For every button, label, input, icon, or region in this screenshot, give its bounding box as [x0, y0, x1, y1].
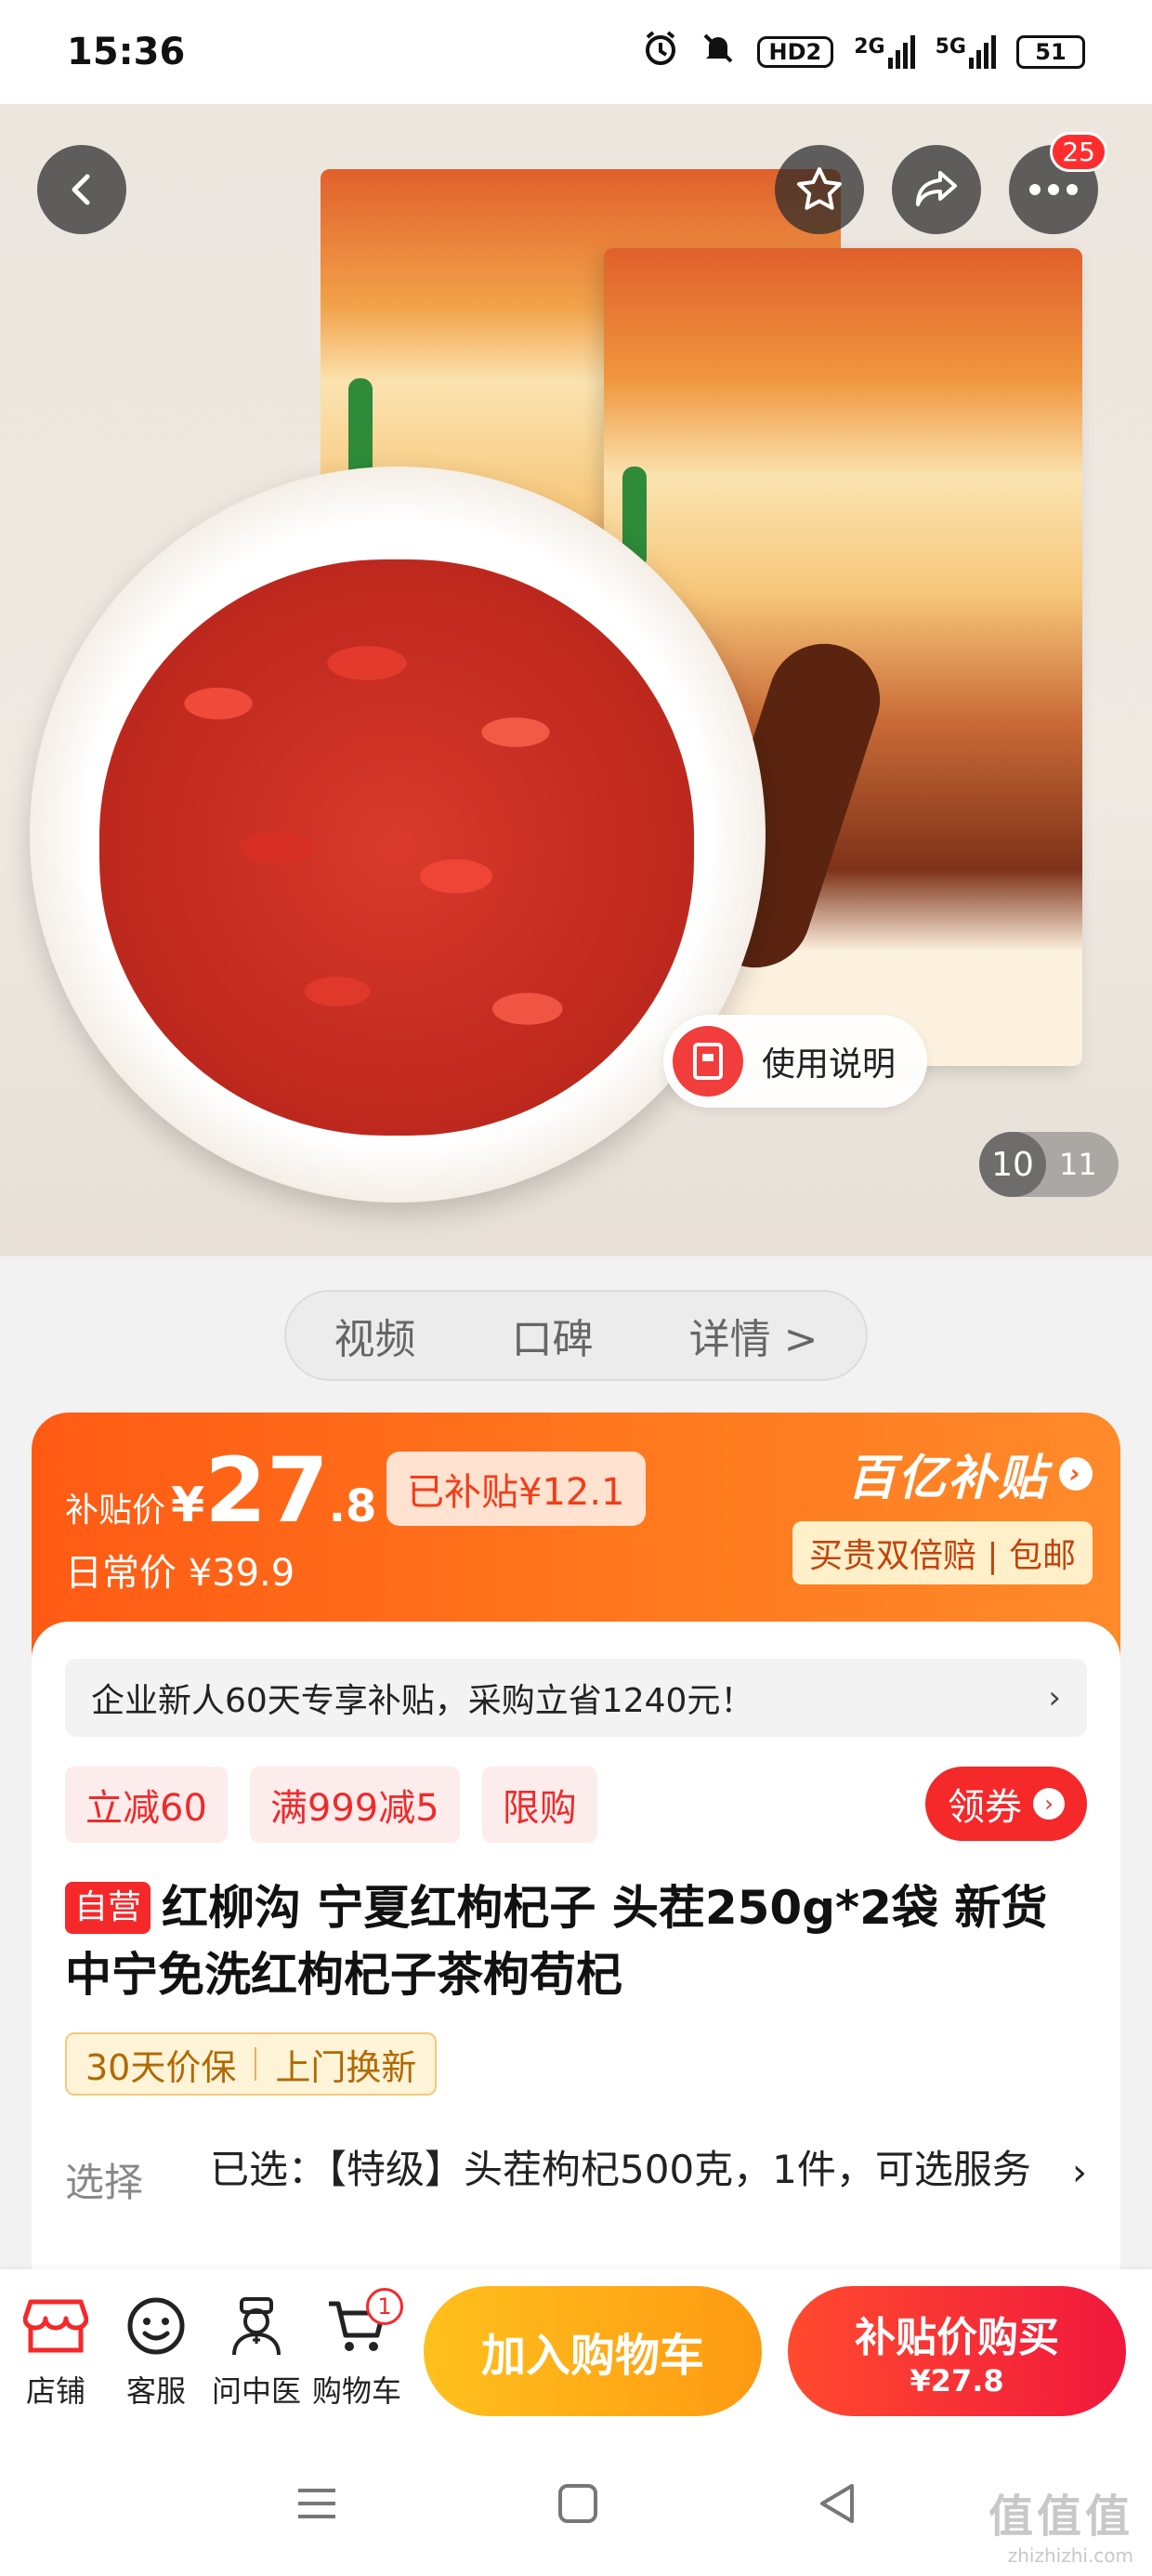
chevron-right-icon: ›	[1033, 1788, 1065, 1820]
buy-price: ¥27.8	[910, 2363, 1004, 2399]
nav-customer-service-label: 客服	[125, 2373, 186, 2409]
notification-badge: 25	[1050, 132, 1107, 172]
battery-icon: 51	[1016, 35, 1085, 69]
favorite-button[interactable]	[775, 145, 864, 234]
signal-5g-icon: 5G	[936, 35, 996, 69]
nav-store-label: 店铺	[25, 2373, 85, 2409]
system-nav-bar: 值值值 zhizhizhi.com	[0, 2435, 1152, 2576]
goji-bowl-image	[30, 467, 766, 1203]
bottom-action-bar: 店铺 客服 问中医 1 购物车 加入购物车 补贴价购买 ¥27.8	[0, 2269, 1152, 2435]
more-button[interactable]: 25	[1009, 132, 1107, 234]
watermark: 值值值 zhizhizhi.com	[988, 2479, 1133, 2567]
enterprise-notice-text: 企业新人60天专享补贴，采购立省1240元！	[91, 1682, 754, 1720]
billion-subsidy-label: 百亿补贴	[846, 1451, 1048, 1506]
subsidy-price: 补贴价 ¥ 27 .8	[65, 1446, 376, 1535]
nav-cart[interactable]: 1 购物车	[307, 2288, 407, 2411]
select-label: 选择	[65, 2160, 144, 2205]
promo-tag: 满999减5	[249, 1767, 460, 1843]
chevron-right-icon: ›	[1059, 1456, 1093, 1491]
pager-current: 10	[979, 1132, 1046, 1197]
status-time: 15:36	[67, 31, 186, 73]
tab-details[interactable]: 详情 >	[689, 1306, 818, 1365]
subsidy-chip: 已补贴¥12.1	[386, 1452, 646, 1526]
self-operated-badge: 自营	[65, 1882, 151, 1934]
promo-tag: 限购	[481, 1767, 597, 1843]
share-icon	[916, 171, 957, 206]
back-icon	[72, 174, 90, 205]
cactus-decoration	[348, 378, 373, 480]
nav-doctor[interactable]: 问中医	[206, 2293, 307, 2411]
nav-customer-service[interactable]: 客服	[106, 2293, 206, 2411]
coupon-label: 领券	[948, 1786, 1022, 1829]
doctor-icon	[224, 2293, 289, 2359]
status-bar: 15:36 HD2 2G 5G 51	[0, 0, 1152, 104]
price-label: 补贴价	[65, 1492, 166, 1530]
nav-doctor-label: 问中医	[211, 2373, 301, 2409]
back-nav-icon[interactable]	[817, 2482, 857, 2529]
alarm-icon	[642, 30, 679, 74]
pager-total: 11	[1059, 1147, 1097, 1182]
menu-icon[interactable]	[295, 2485, 339, 2526]
watermark-url: zhizhizhi.com	[1007, 2544, 1133, 2567]
mute-icon	[700, 30, 737, 74]
status-icons: HD2 2G 5G 51	[642, 30, 1085, 74]
tab-reviews[interactable]: 口碑	[512, 1306, 594, 1365]
favorite-star-icon	[797, 167, 842, 210]
more-icon	[1029, 184, 1078, 195]
image-pager: 10 11	[979, 1132, 1119, 1197]
manual-button[interactable]: 使用说明	[663, 1015, 927, 1108]
service-tag: 30天价保	[85, 2046, 237, 2088]
tab-video[interactable]: 视频	[334, 1306, 416, 1365]
add-to-cart-button[interactable]: 加入购物车	[424, 2286, 762, 2416]
cart-badge: 1	[366, 2288, 403, 2325]
signal-5g-label: 5G	[935, 35, 966, 59]
back-button[interactable]	[37, 145, 126, 234]
watermark-logo: 值值值	[988, 2491, 1133, 2543]
manual-label: 使用说明	[762, 1045, 897, 1084]
chevron-right-icon: ›	[1048, 1679, 1061, 1716]
price-integer: 27	[204, 1439, 329, 1543]
signal-2g-icon: 2G	[854, 35, 915, 69]
nav-cart-label: 购物车	[311, 2373, 401, 2409]
goji-berries	[99, 559, 694, 1136]
section-tabs: 视频 口碑 详情 >	[284, 1290, 868, 1381]
buy-now-button[interactable]: 补贴价购买 ¥27.8	[788, 2286, 1126, 2416]
promo-tags: 立减60 满999减5 限购	[65, 1767, 597, 1843]
regular-price: 日常价 ¥39.9	[65, 1552, 295, 1595]
product-title: 自营 红柳沟 宁夏红枸杞子 头茬250g*2袋 新货中宁免洗红枸杞子茶枸苟杞	[65, 1874, 1087, 2008]
product-detail-card: 企业新人60天专享补贴，采购立省1240元！ › 立减60 满999减5 限购 …	[32, 1622, 1120, 2272]
promo-tag: 立减60	[65, 1767, 228, 1843]
enterprise-notice[interactable]: 企业新人60天专享补贴，采购立省1240元！ ›	[65, 1659, 1087, 1737]
chevron-right-icon: ›	[1072, 2151, 1087, 2194]
spec-select-row[interactable]: 选择 已选：【特级】头茬枸杞500克，1件，可选服务 ›	[65, 2147, 1087, 2208]
product-image-gallery[interactable]: 25 使用说明 10 11	[0, 104, 1152, 1256]
select-value: 已选：【特级】头茬枸杞500克，1件，可选服务	[210, 2147, 1031, 2192]
buy-title: 补贴价购买	[855, 2314, 1059, 2361]
billion-subsidy-title: 百亿补贴 ›	[792, 1439, 1093, 1508]
home-icon[interactable]	[556, 2482, 599, 2529]
billion-subsidy-tags: 买贵双倍赔 | 包邮	[792, 1521, 1093, 1584]
price-decimal: .8	[328, 1480, 377, 1532]
manual-book-icon	[673, 1026, 743, 1097]
billion-subsidy-banner[interactable]: 百亿补贴 › 买贵双倍赔 | 包邮	[792, 1439, 1093, 1584]
service-tag: 上门换新	[275, 2046, 417, 2088]
service-tags: 30天价保 上门换新	[65, 2032, 438, 2096]
get-coupon-button[interactable]: 领券 ›	[925, 1767, 1087, 1841]
nav-store[interactable]: 店铺	[6, 2293, 106, 2411]
customer-service-icon	[124, 2293, 189, 2359]
hd-icon: HD2	[756, 36, 834, 68]
signal-2g-label: 2G	[854, 35, 885, 59]
price-yen: ¥	[171, 1478, 205, 1533]
store-icon	[23, 2293, 88, 2359]
share-button[interactable]	[892, 145, 981, 234]
product-title-text: 红柳沟 宁夏红枸杞子 头茬250g*2袋 新货中宁免洗红枸杞子茶枸苟杞	[65, 1881, 1048, 2002]
